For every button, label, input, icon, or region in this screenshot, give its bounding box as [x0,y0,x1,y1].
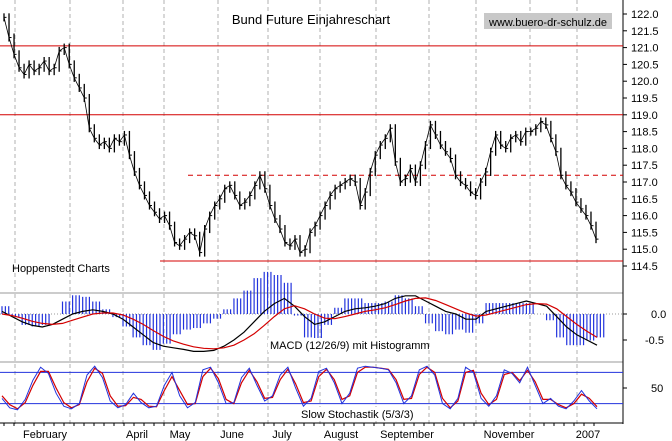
price-tick-label: 119.5 [631,93,658,105]
price-tick-label: 115.0 [631,244,658,256]
price-tick-label: 114.5 [631,261,658,273]
watermark-url: www.buero-dr-schulz.de [488,17,607,29]
macd-tick-label: -0.5 [645,335,664,347]
chart-title: Bund Future Einjahreschart [232,12,391,27]
macd-label: MACD (12/26/9) mit Histogramm [270,340,430,352]
price-tick-label: 118.0 [631,143,658,155]
price-tick-label: 116.0 [631,211,658,223]
price-tick-label: 115.5 [631,227,658,239]
x-tick-label: November [484,429,535,441]
macd-tick-label: 0.0 [651,309,666,321]
price-tick-label: 118.5 [631,127,658,139]
x-tick-label: September [380,429,434,441]
x-tick-label: April [126,429,148,441]
x-tick-label: May [170,429,191,441]
price-tick-label: 121.0 [631,43,659,55]
price-tick-label: 122.0 [631,9,659,21]
price-tick-label: 119.0 [631,110,658,122]
x-tick-label: 2007 [576,429,600,441]
source-label: Hoppenstedt Charts [12,263,110,275]
price-tick-label: 117.0 [631,177,658,189]
price-tick-label: 120.5 [631,59,659,71]
stochastic-tick-label: 50 [651,383,663,395]
stochastic-label: Slow Stochastik (5/3/3) [301,409,414,421]
price-tick-label: 117.5 [631,160,658,172]
chart-canvas: 122.0 121.5 121.0 120.5 120.0 119.5 119.0 118.5… [0,0,672,441]
x-tick-label: July [272,429,292,441]
x-tick-label: February [23,429,68,441]
price-tick-label: 121.5 [631,26,659,38]
x-tick-label: August [324,429,358,441]
x-tick-label: June [220,429,244,441]
price-tick-label: 120.0 [631,76,659,88]
price-tick-label: 116.5 [631,194,658,206]
